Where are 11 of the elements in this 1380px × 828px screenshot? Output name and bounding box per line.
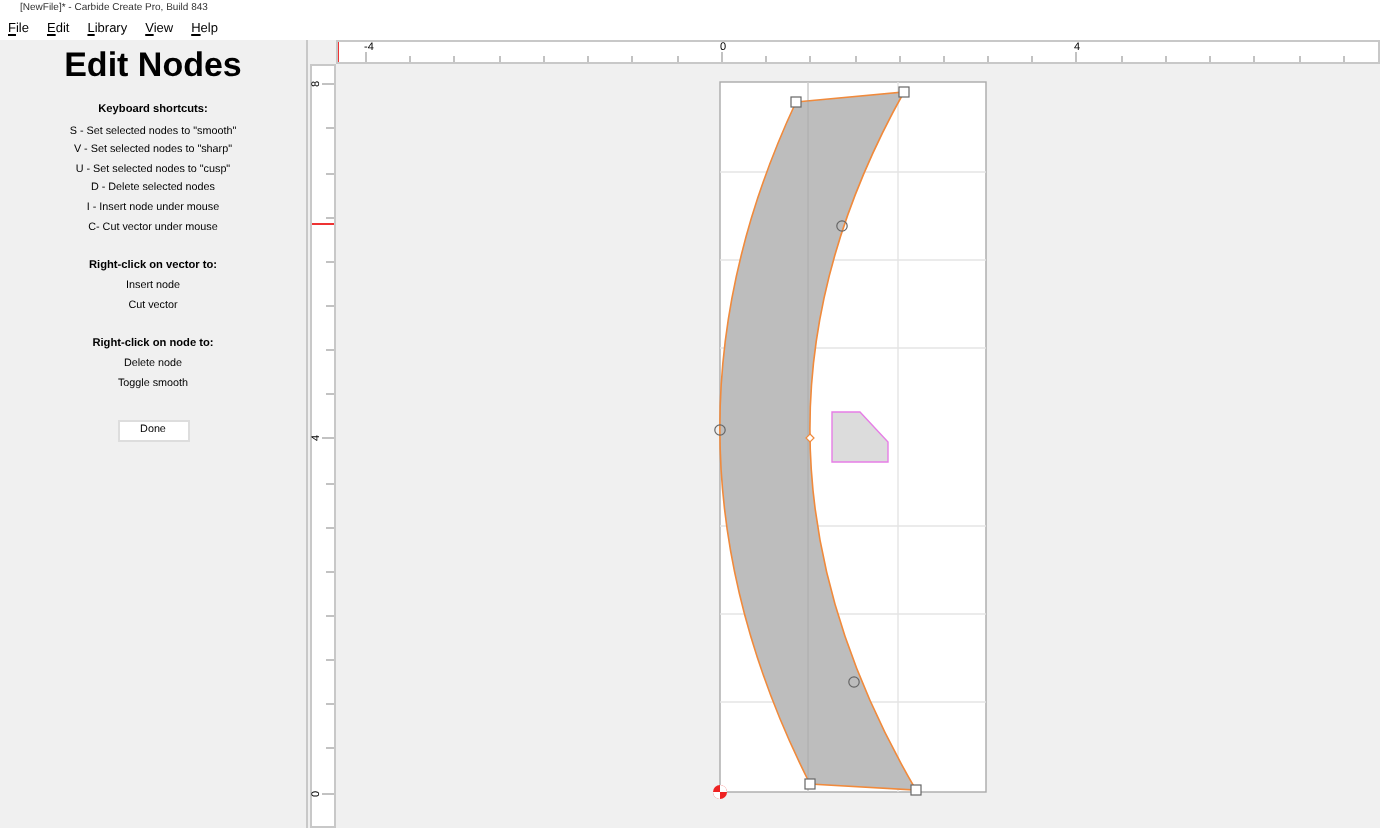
node-handle[interactable]	[790, 96, 802, 108]
node-handle[interactable]	[836, 220, 848, 232]
node-handle[interactable]	[848, 676, 860, 688]
panel-title: Edit Nodes	[64, 46, 242, 86]
origin-icon	[713, 785, 727, 799]
node-handle[interactable]	[805, 433, 815, 443]
small-vector[interactable]	[831, 411, 889, 463]
node-handle[interactable]	[714, 424, 726, 436]
node-handle[interactable]	[898, 86, 910, 98]
node-handle[interactable]	[804, 778, 816, 790]
node-handle[interactable]	[910, 784, 922, 796]
